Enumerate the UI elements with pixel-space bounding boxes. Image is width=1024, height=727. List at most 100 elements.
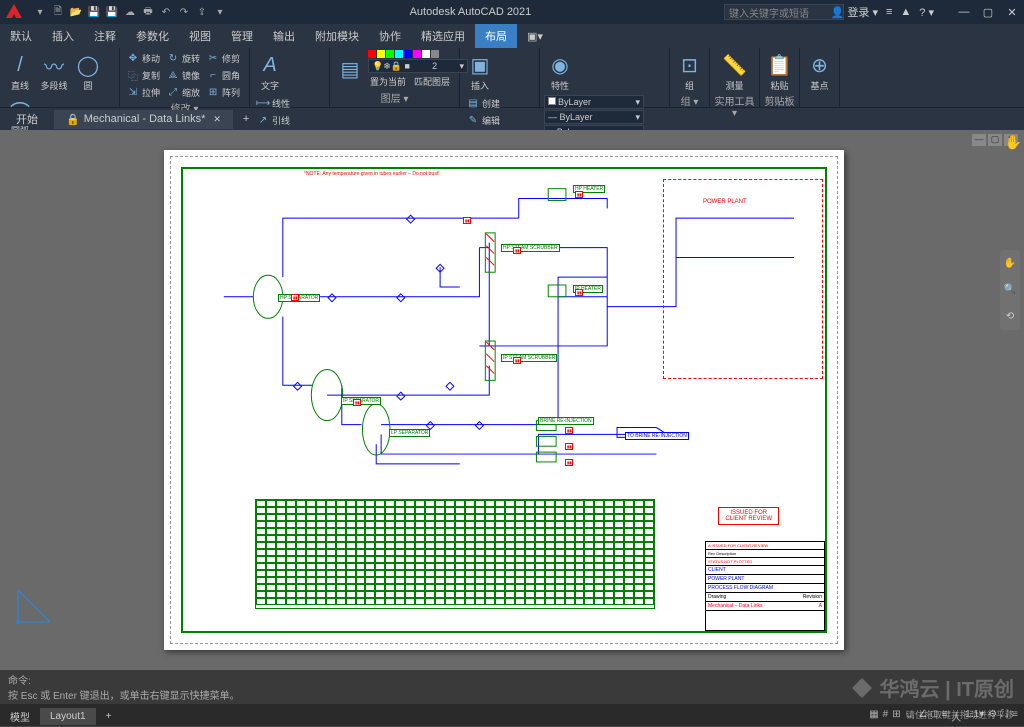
doctab-close-icon[interactable]: ✕	[213, 114, 221, 125]
qat-new-icon[interactable]: 🗎	[50, 4, 66, 20]
tab-featured[interactable]: 精选应用	[411, 24, 475, 48]
tab-annotate[interactable]: 注释	[84, 24, 126, 48]
close-button[interactable]: ✕	[1002, 6, 1022, 19]
doctab-file[interactable]: 🔒Mechanical - Data Links*✕	[54, 110, 233, 129]
stretch-icon: ⇲	[126, 85, 140, 99]
tab-layout[interactable]: 布局	[475, 24, 517, 48]
qat-plot-icon[interactable]: 🖶	[140, 4, 156, 20]
help-icon[interactable]: ? ▾	[919, 6, 934, 19]
tab-manage[interactable]: 管理	[221, 24, 263, 48]
qat-save-icon[interactable]: 💾	[86, 4, 102, 20]
line-icon: /	[6, 51, 34, 79]
tool-leader[interactable]: ↗引线	[254, 112, 292, 128]
tool-paste[interactable]: 📋粘贴	[764, 50, 795, 93]
tool-trim[interactable]: ✂修剪	[204, 50, 242, 66]
tool-mirror[interactable]: ⟁镜像	[164, 67, 202, 83]
drawing-note: *NOTE: Any temperature given in tubes ea…	[303, 171, 441, 177]
group-icon: ⊡	[676, 51, 704, 79]
prop-color[interactable]: ByLayer▾	[544, 95, 644, 109]
tool-move[interactable]: ✥移动	[124, 50, 162, 66]
panel-layer-label: 图层 ▾	[334, 90, 455, 105]
tool-rotate[interactable]: ↻旋转	[164, 50, 202, 66]
tool-fillet[interactable]: ⌐圆角	[204, 67, 242, 83]
tool-match-layer[interactable]: 匹配图层	[412, 74, 452, 89]
tool-props[interactable]: ◉特性	[544, 50, 576, 93]
vp-min-icon[interactable]: —	[972, 134, 986, 146]
ribbon-tabs: 默认 插入 注释 参数化 视图 管理 输出 附加模块 协作 精选应用 布局 ▣▾	[0, 24, 1024, 48]
polyline-icon: 〰	[40, 51, 68, 79]
app-exchange-icon[interactable]: ≡	[886, 6, 892, 18]
tool-line[interactable]: /直线	[4, 50, 36, 93]
login-button[interactable]: 👤 登录 ▾	[831, 4, 878, 20]
qat-saveas-icon[interactable]: 💾	[104, 4, 120, 20]
tag-lp-sep: LP SEPARATOR	[389, 429, 430, 437]
doctab-start[interactable]: 开始	[4, 108, 50, 130]
nav-orbit-icon[interactable]: ⟲	[1006, 311, 1014, 322]
tab-collab[interactable]: 协作	[369, 24, 411, 48]
window-controls: — ▢ ✕	[954, 6, 1022, 19]
panel-utilities: 📏测量 实用工具 ▾	[710, 48, 760, 107]
tab-more-icon[interactable]: ▣▾	[517, 26, 553, 47]
dim-icon: ⟼	[256, 96, 270, 110]
tool-copy[interactable]: ⿻复制	[124, 67, 162, 83]
circle-icon: ◯	[74, 51, 102, 79]
layout-tab-add-icon[interactable]: +	[96, 708, 122, 725]
status-model-icon[interactable]: ▦	[869, 709, 878, 724]
titleblock: A ISSUED FOR CLIENT REVIEW Rev Descripti…	[705, 541, 825, 631]
qat-redo-icon[interactable]: ↷	[176, 4, 192, 20]
tool-layer-props[interactable]: ▤	[334, 55, 366, 85]
nav-pan-icon[interactable]: ✋	[1004, 258, 1016, 269]
app-cloud-icon[interactable]: ▲	[900, 6, 911, 18]
tool-set-current[interactable]: 置为当前	[368, 74, 408, 89]
qat-open-icon[interactable]: 📂	[68, 4, 84, 20]
layer-current-field[interactable]: 💡❄🔒 ■2▾	[368, 59, 468, 73]
doctab-new-icon[interactable]: +	[237, 110, 255, 128]
layout-tab-model[interactable]: 模型	[0, 706, 40, 727]
drawing-frame: *NOTE: Any temperature given in tubes ea…	[181, 167, 827, 633]
app-title: Autodesk AutoCAD 2021	[410, 6, 532, 18]
viewport[interactable]: — ▢ ✕	[0, 130, 1024, 686]
tool-dim-linear[interactable]: ⟼线性	[254, 95, 292, 111]
stream-data-table	[255, 499, 655, 609]
qat-undo-icon[interactable]: ↶	[158, 4, 174, 20]
tool-insert[interactable]: ▣插入	[464, 50, 496, 93]
layout-tab-layout1[interactable]: Layout1	[40, 708, 96, 725]
tool-text[interactable]: A文字	[254, 50, 286, 93]
qat-more-icon[interactable]: ▾	[212, 4, 228, 20]
status-snap-icon[interactable]: ⊞	[892, 709, 900, 724]
qat-web-icon[interactable]: ☁	[122, 4, 138, 20]
tool-polyline[interactable]: 〰多段线	[38, 50, 70, 93]
quick-access-toolbar: ▾ 🗎 📂 💾 💾 ☁ 🖶 ↶ ↷ ⇪ ▾	[32, 4, 228, 20]
search-input[interactable]: 键入关键字或短语	[724, 4, 844, 20]
ribbon: /直线 〰多段线 ◯圆 ⌒圆弧 绘图 ▾ ✥移动 ⿻复制 ⇲拉伸 ↻旋转 ⟁镜像…	[0, 48, 1024, 108]
tab-default[interactable]: 默认	[0, 24, 42, 48]
tool-array[interactable]: ⊞阵列	[204, 84, 242, 100]
tool-scale[interactable]: ⤢缩放	[164, 84, 202, 100]
qat-menu-icon[interactable]: ▾	[32, 4, 48, 20]
tooltip-text: 请住拖取键并拖动进行平移	[906, 708, 1014, 721]
status-grid-icon[interactable]: #	[883, 709, 889, 724]
tool-group[interactable]: ⊡组	[674, 50, 705, 93]
tab-insert[interactable]: 插入	[42, 24, 84, 48]
tool-basepoint[interactable]: ⊕基点	[804, 50, 835, 93]
tool-create-block[interactable]: ▤创建	[464, 95, 520, 111]
navbar[interactable]: ✋ 🔍 ⟲	[1000, 250, 1020, 330]
tool-measure[interactable]: 📏测量	[714, 50, 755, 93]
tab-parametric[interactable]: 参数化	[126, 24, 179, 48]
tool-stretch[interactable]: ⇲拉伸	[124, 84, 162, 100]
tab-addins[interactable]: 附加模块	[305, 24, 369, 48]
mirror-icon: ⟁	[166, 68, 180, 82]
vp-max-icon[interactable]: ▢	[988, 134, 1002, 146]
maximize-button[interactable]: ▢	[978, 6, 998, 19]
tab-view[interactable]: 视图	[179, 24, 221, 48]
tool-edit-block[interactable]: ✎编辑	[464, 112, 520, 128]
prop-lineweight[interactable]: — ByLayer▾	[544, 110, 644, 124]
tool-circle[interactable]: ◯圆	[72, 50, 104, 93]
minimize-button[interactable]: —	[954, 6, 974, 19]
leader-icon: ↗	[256, 113, 270, 127]
tab-output[interactable]: 输出	[263, 24, 305, 48]
qat-share-icon[interactable]: ⇪	[194, 4, 210, 20]
nav-zoom-icon[interactable]: 🔍	[1004, 284, 1016, 295]
lock-icon: 🔒	[66, 113, 80, 126]
app-logo-icon	[4, 2, 24, 22]
